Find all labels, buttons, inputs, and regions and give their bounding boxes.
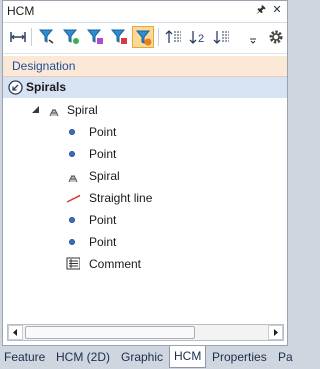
dimension-icon xyxy=(10,32,26,42)
hcm-panel: HCM 🖈 ✕ 2 Designation Spirals Spiral Poi… xyxy=(2,0,288,346)
line-icon xyxy=(66,194,80,203)
tree-group-row[interactable]: Spiral xyxy=(3,99,287,121)
tree-item-label: Point xyxy=(89,125,117,139)
tab-hcm-2d[interactable]: HCM (2D) xyxy=(52,348,114,367)
sort-up-icon xyxy=(165,30,181,43)
point-icon xyxy=(69,217,75,223)
spiral-icon xyxy=(68,175,78,183)
tree-item-point[interactable]: Point xyxy=(3,121,287,143)
collapse-triangle-icon[interactable] xyxy=(31,105,40,114)
filter-tool-2-button[interactable] xyxy=(60,26,82,48)
toolbar-separator xyxy=(158,28,159,46)
overflow-chevron-icon xyxy=(250,38,256,44)
sort-tool-2-button[interactable]: 2 xyxy=(187,26,209,48)
scroll-left-button[interactable] xyxy=(8,325,23,340)
bottom-tabs: Feature HCM (2D) Graphic HCM Properties … xyxy=(0,346,293,369)
tree-group-label: Spiral xyxy=(67,103,98,117)
dimension-tool-button[interactable] xyxy=(7,26,29,48)
tree-item-label: Comment xyxy=(89,257,142,271)
filter-icon xyxy=(38,29,54,44)
arrow-left-icon xyxy=(13,329,17,336)
gear-icon xyxy=(269,30,283,44)
tab-feature[interactable]: Feature xyxy=(0,348,49,367)
sort-tool-3-button[interactable] xyxy=(211,26,233,48)
tab-properties[interactable]: Properties xyxy=(208,348,271,367)
filter-spiral-icon xyxy=(86,29,103,44)
tree-root-label: Spirals xyxy=(26,80,67,94)
tree-root-row[interactable]: Spirals xyxy=(3,77,287,98)
sort-number-icon: 2 xyxy=(189,31,204,45)
horizontal-scrollbar[interactable] xyxy=(7,324,284,341)
tree-item-point[interactable]: Point xyxy=(3,143,287,165)
point-icon xyxy=(69,151,75,157)
tree-item-straight-line[interactable]: Straight line xyxy=(3,187,287,209)
close-icon[interactable]: ✕ xyxy=(271,4,283,17)
comment-icon xyxy=(66,257,80,270)
tab-pa[interactable]: Pa xyxy=(274,348,297,367)
toolbar-separator xyxy=(31,28,32,46)
filter-tool-1-button[interactable] xyxy=(36,26,58,48)
panel-titlebar: HCM 🖈 ✕ xyxy=(3,1,287,23)
arrow-right-icon xyxy=(274,329,278,336)
sort-tool-1-button[interactable] xyxy=(163,26,185,48)
tab-hcm[interactable]: HCM xyxy=(169,346,207,368)
expand-circle-icon[interactable] xyxy=(8,80,23,95)
designation-label: Designation xyxy=(12,59,76,73)
point-icon xyxy=(69,239,75,245)
scrollbar-thumb[interactable] xyxy=(25,326,195,339)
tree-item-point[interactable]: Point xyxy=(3,231,287,253)
toolbar: 2 xyxy=(3,23,287,54)
tree-item-label: Straight line xyxy=(89,191,153,205)
toolbar-overflow-button[interactable] xyxy=(247,26,261,48)
tree-item-label: Spiral xyxy=(89,169,120,183)
pin-icon[interactable]: 🖈 xyxy=(255,4,267,17)
designation-header[interactable]: Designation xyxy=(3,56,287,77)
filter-tool-3-button[interactable] xyxy=(84,26,106,48)
point-icon xyxy=(69,129,75,135)
svg-text:2: 2 xyxy=(198,33,204,45)
panel-title: HCM xyxy=(7,4,35,18)
tree-item-spiral[interactable]: Spiral xyxy=(3,165,287,187)
tree-item-label: Point xyxy=(89,147,117,161)
filter-delete-icon xyxy=(110,29,127,44)
settings-button[interactable] xyxy=(265,26,287,48)
filter-tool-5-button[interactable] xyxy=(132,26,154,48)
sort-down-icon xyxy=(213,31,229,44)
filter-point-icon xyxy=(62,29,79,44)
filter-active-icon xyxy=(135,30,152,46)
tree-item-point[interactable]: Point xyxy=(3,209,287,231)
tree-item-comment[interactable]: Comment xyxy=(3,253,287,275)
filter-tool-4-button[interactable] xyxy=(108,26,130,48)
tab-graphic[interactable]: Graphic xyxy=(117,348,167,367)
spiral-icon xyxy=(49,109,59,117)
scroll-right-button[interactable] xyxy=(268,325,283,340)
tree-item-label: Point xyxy=(89,213,117,227)
tree-item-label: Point xyxy=(89,235,117,249)
